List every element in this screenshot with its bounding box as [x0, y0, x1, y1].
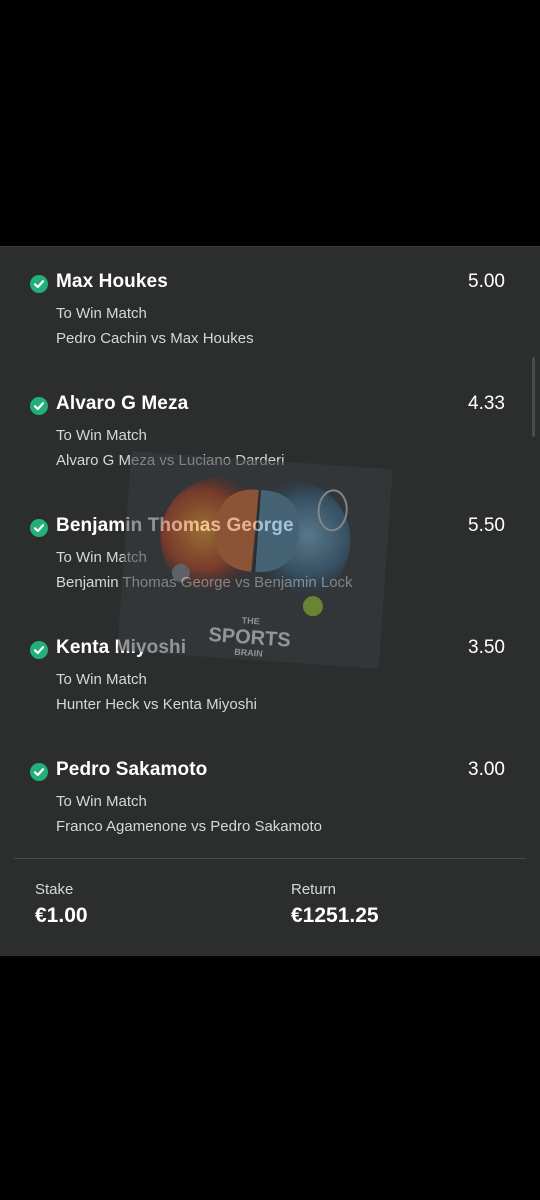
check-circle-icon	[30, 641, 48, 659]
selection-name: Pedro Sakamoto	[56, 759, 208, 780]
selection-market: To Win Match	[56, 305, 147, 322]
selection-row: Pedro Sakamoto 3.00 To Win Match Franco …	[0, 759, 540, 863]
selection-event: Benjamin Thomas George vs Benjamin Lock	[56, 574, 353, 591]
selection-odds: 4.33	[468, 393, 505, 414]
screen: Max Houkes 5.00 To Win Match Pedro Cachi…	[0, 0, 540, 1200]
selection-event: Hunter Heck vs Kenta Miyoshi	[56, 696, 257, 713]
selection-odds: 3.00	[468, 759, 505, 780]
selection-event: Pedro Cachin vs Max Houkes	[56, 330, 254, 347]
stake-label: Stake	[35, 881, 74, 898]
selection-market: To Win Match	[56, 793, 147, 810]
selection-market: To Win Match	[56, 671, 147, 688]
return-label: Return	[291, 881, 337, 898]
selection-market: To Win Match	[56, 549, 147, 566]
selection-name: Max Houkes	[56, 271, 168, 292]
bet-slip-panel: Max Houkes 5.00 To Win Match Pedro Cachi…	[0, 246, 540, 956]
selection-market: To Win Match	[56, 427, 147, 444]
selection-name: Alvaro G Meza	[56, 393, 189, 414]
selection-row: Max Houkes 5.00 To Win Match Pedro Cachi…	[0, 271, 540, 375]
return-value: €1251.25	[291, 904, 379, 927]
selection-name: Kenta Miyoshi	[56, 637, 187, 658]
check-circle-icon	[30, 519, 48, 537]
check-circle-icon	[30, 275, 48, 293]
check-circle-icon	[30, 763, 48, 781]
selection-odds: 3.50	[468, 637, 505, 658]
selection-name: Benjamin Thomas George	[56, 515, 294, 536]
divider	[14, 858, 526, 859]
selection-row: Alvaro G Meza 4.33 To Win Match Alvaro G…	[0, 393, 540, 497]
selection-odds: 5.50	[468, 515, 505, 536]
selection-row: Benjamin Thomas George 5.50 To Win Match…	[0, 515, 540, 619]
stake-value: €1.00	[35, 904, 88, 927]
selection-event: Alvaro G Meza vs Luciano Darderi	[56, 452, 285, 469]
selection-odds: 5.00	[468, 271, 505, 292]
check-circle-icon	[30, 397, 48, 415]
selection-event: Franco Agamenone vs Pedro Sakamoto	[56, 818, 322, 835]
selection-row: Kenta Miyoshi 3.50 To Win Match Hunter H…	[0, 637, 540, 741]
